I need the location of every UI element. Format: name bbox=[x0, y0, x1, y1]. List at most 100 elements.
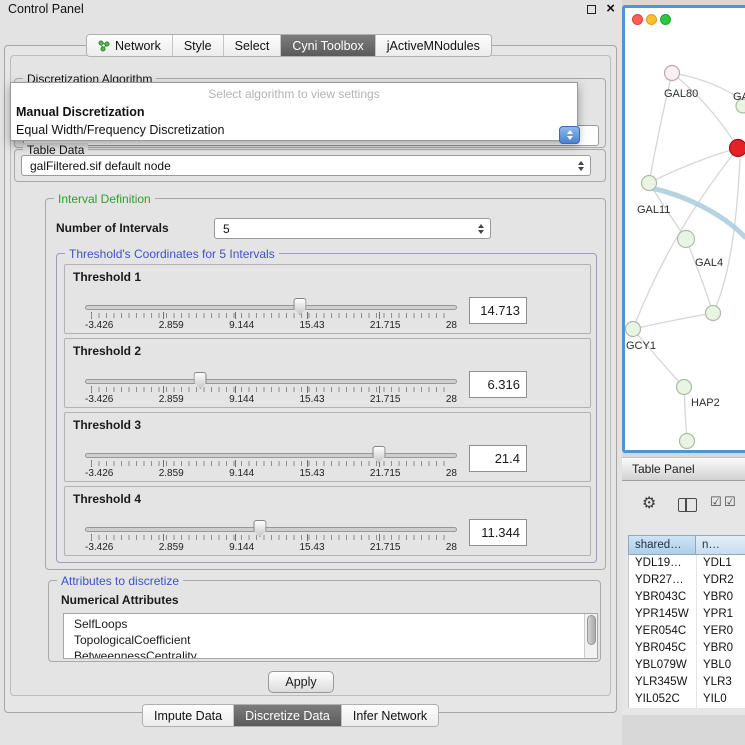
checkbox-checked-icon[interactable]: ☑ bbox=[710, 494, 722, 510]
tab-style[interactable]: Style bbox=[172, 35, 223, 56]
threshold-slider[interactable]: -3.4262.8599.14415.4321.71528 bbox=[85, 511, 457, 555]
attributes-group: Attributes to discretize Numerical Attri… bbox=[48, 580, 601, 662]
table-cell: YBR0 bbox=[697, 589, 745, 606]
window-title: Control Panel bbox=[8, 2, 84, 16]
scale-number: -3.426 bbox=[85, 542, 113, 553]
network-edge[interactable] bbox=[633, 329, 684, 387]
slider-ticks bbox=[91, 535, 451, 540]
network-node[interactable] bbox=[706, 306, 721, 321]
column-header-shared-name[interactable]: shared… bbox=[628, 535, 696, 555]
tab-discretize-label: Discretize Data bbox=[245, 709, 330, 723]
mac-close-button[interactable] bbox=[632, 14, 643, 25]
table-row[interactable]: YBL079W YBL0 bbox=[629, 657, 745, 674]
network-node[interactable] bbox=[642, 176, 657, 191]
network-edge[interactable] bbox=[672, 73, 738, 148]
table-row[interactable]: YDL19… YDL1 bbox=[629, 555, 745, 572]
table-cell: YDL19… bbox=[629, 555, 697, 572]
threshold-slider[interactable]: -3.4262.8599.14415.4321.71528 bbox=[85, 289, 457, 333]
network-canvas[interactable]: GAL80 GA GAL11 GAL4 GCY1 HAP2 bbox=[625, 8, 745, 450]
slider-scale-labels: -3.4262.8599.14415.4321.71528 bbox=[85, 394, 457, 405]
scrollbar-thumb[interactable] bbox=[587, 615, 596, 645]
scale-number: 21.715 bbox=[370, 542, 401, 553]
network-node-label: GA bbox=[733, 91, 745, 103]
table-row[interactable]: YBR045C YBR0 bbox=[629, 640, 745, 657]
interval-definition-group: Interval Definition Number of Intervals … bbox=[45, 198, 606, 570]
columns-icon[interactable] bbox=[678, 498, 697, 512]
checkbox-checked-icon[interactable]: ☑ bbox=[724, 494, 736, 510]
tab-cyni-label: Cyni Toolbox bbox=[292, 39, 363, 53]
table-cell: YBL079W bbox=[629, 657, 697, 674]
numerical-attributes-label: Numerical Attributes bbox=[61, 593, 179, 607]
scale-number: 2.859 bbox=[159, 542, 184, 553]
threshold-label: Threshold 4 bbox=[73, 492, 141, 506]
apply-button[interactable]: Apply bbox=[268, 671, 334, 693]
table-cell: YER0 bbox=[697, 623, 745, 640]
table-cell: YBR043C bbox=[629, 589, 697, 606]
dropdown-option-equal-width[interactable]: Equal Width/Frequency Discretization bbox=[11, 119, 577, 137]
network-node[interactable] bbox=[626, 322, 641, 337]
network-node[interactable] bbox=[677, 380, 692, 395]
threshold-value-field[interactable]: 11.344 bbox=[469, 519, 527, 546]
network-node[interactable] bbox=[665, 66, 680, 81]
list-item[interactable]: TopologicalCoefficient bbox=[64, 632, 584, 648]
gear-icon[interactable]: ⚙ bbox=[642, 493, 656, 513]
tab-jactivemnodules[interactable]: jActiveMNodules bbox=[375, 35, 491, 56]
tab-select[interactable]: Select bbox=[223, 35, 281, 56]
close-icon[interactable]: × bbox=[606, 0, 615, 17]
mac-minimize-button[interactable] bbox=[646, 14, 657, 25]
attributes-group-title: Attributes to discretize bbox=[57, 574, 183, 588]
combobox-stepper-focused[interactable] bbox=[559, 126, 580, 144]
stepper-up-icon bbox=[567, 130, 573, 134]
tab-cyni-toolbox[interactable]: Cyni Toolbox bbox=[280, 35, 374, 56]
network-node-selected[interactable] bbox=[730, 140, 745, 157]
table-cell: YDL1 bbox=[697, 555, 745, 572]
network-edge[interactable] bbox=[686, 239, 713, 313]
scale-number: 2.859 bbox=[159, 320, 184, 331]
table-cell: YBR045C bbox=[629, 640, 697, 657]
table-row[interactable]: YPR145W YPR1 bbox=[629, 606, 745, 623]
network-edge[interactable] bbox=[633, 313, 713, 329]
network-node-label: HAP2 bbox=[691, 397, 720, 409]
column-header-name[interactable]: n… bbox=[696, 535, 745, 555]
list-item[interactable]: SelfLoops bbox=[64, 616, 584, 632]
float-window-icon[interactable] bbox=[587, 5, 596, 14]
table-cell: YIL052C bbox=[629, 691, 697, 708]
table-row[interactable]: YLR345W YLR3 bbox=[629, 674, 745, 691]
network-node[interactable] bbox=[680, 434, 695, 449]
table-data-combobox[interactable]: galFiltered.sif default node bbox=[21, 155, 591, 176]
tab-discretize-data[interactable]: Discretize Data bbox=[233, 705, 341, 726]
list-scrollbar[interactable] bbox=[584, 614, 597, 658]
table-row[interactable]: YIL052C YIL0 bbox=[629, 691, 745, 708]
scale-number: 9.144 bbox=[229, 468, 254, 479]
network-edge[interactable] bbox=[713, 158, 740, 313]
dropdown-option-manual-discretization[interactable]: Manual Discretization bbox=[11, 101, 577, 119]
threshold-value-field[interactable]: 6.316 bbox=[469, 371, 527, 398]
table-row[interactable]: YDR27… YDR2 bbox=[629, 572, 745, 589]
scale-number: 15.43 bbox=[300, 320, 325, 331]
scale-number: 9.144 bbox=[229, 394, 254, 405]
table-cell: YPR1 bbox=[697, 606, 745, 623]
tab-impute-data[interactable]: Impute Data bbox=[143, 705, 233, 726]
list-item[interactable]: BetweennessCentrality bbox=[64, 648, 584, 659]
threshold-value-field[interactable]: 14.713 bbox=[469, 297, 527, 324]
slider-track bbox=[85, 305, 457, 310]
thresholds-group: Threshold's Coordinates for 5 Intervals … bbox=[56, 253, 597, 563]
network-node[interactable] bbox=[678, 231, 695, 248]
table-panel-title: Table Panel bbox=[632, 462, 695, 476]
scale-number: 28 bbox=[446, 468, 457, 479]
number-of-intervals-label: Number of Intervals bbox=[56, 221, 169, 235]
threshold-slider[interactable]: -3.4262.8599.14415.4321.71528 bbox=[85, 437, 457, 481]
threshold-value-field[interactable]: 21.4 bbox=[469, 445, 527, 472]
number-of-intervals-combobox[interactable]: 5 bbox=[214, 218, 491, 239]
tab-infer-network[interactable]: Infer Network bbox=[341, 705, 438, 726]
tab-network-label: Network bbox=[115, 39, 161, 53]
table-cell: YBR0 bbox=[697, 640, 745, 657]
table-data-group: Table Data galFiltered.sif default node bbox=[14, 149, 606, 182]
network-edge[interactable] bbox=[684, 387, 687, 441]
table-row[interactable]: YBR043C YBR0 bbox=[629, 589, 745, 606]
table-row[interactable]: YER054C YER0 bbox=[629, 623, 745, 640]
mac-zoom-button[interactable] bbox=[660, 14, 671, 25]
tab-network[interactable]: Network bbox=[87, 35, 172, 56]
threshold-slider[interactable]: -3.4262.8599.14415.4321.71528 bbox=[85, 363, 457, 407]
network-node-label: GAL11 bbox=[637, 204, 670, 216]
